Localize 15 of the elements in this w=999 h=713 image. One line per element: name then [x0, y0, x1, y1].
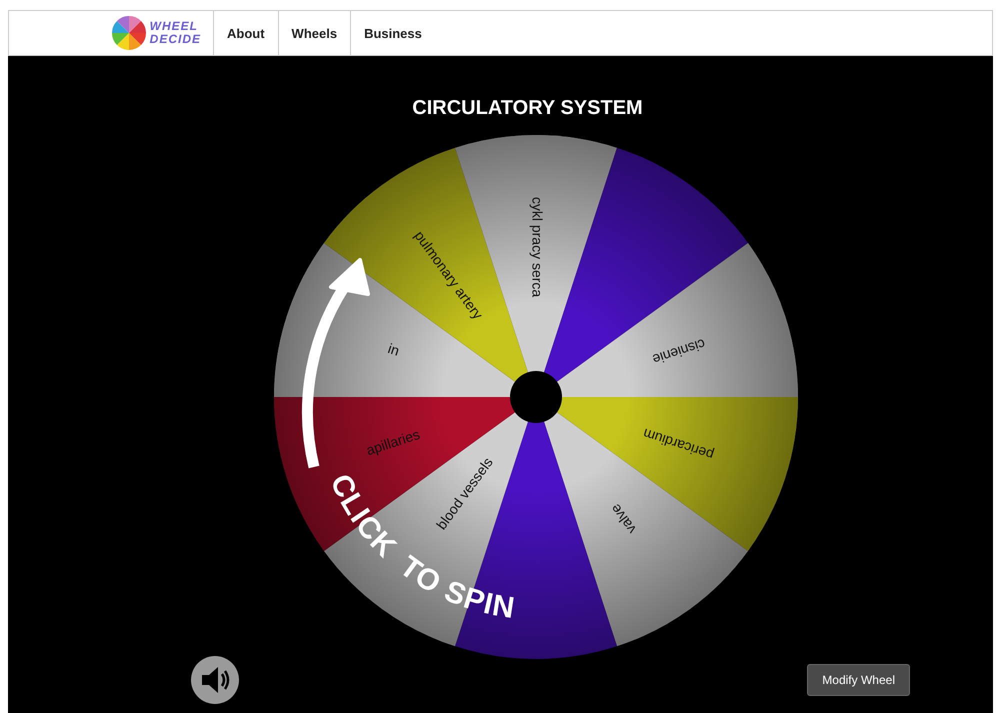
- segment-label: cykl pracy serca: [529, 196, 546, 298]
- nav-link[interactable]: Wheels: [278, 11, 350, 55]
- modify-wheel-button[interactable]: Modify Wheel: [807, 664, 910, 696]
- speaker-icon[interactable]: [191, 656, 239, 704]
- color-wheel-icon: [112, 16, 146, 50]
- nav-link[interactable]: Business: [350, 11, 435, 55]
- segment-label: apillaries: [364, 426, 422, 458]
- segment-label: in: [386, 340, 402, 359]
- segment-label: cisnienie: [650, 336, 708, 368]
- logo-text: WHEEL: [150, 20, 199, 33]
- wheel-title: CIRCULATORY SYSTEM: [411, 96, 644, 120]
- spin-prompt-word[interactable]: SPIN: [440, 574, 518, 626]
- wheel-hub: [510, 371, 562, 423]
- logo-text: DECIDE: [150, 33, 201, 46]
- nav-link[interactable]: About: [213, 11, 278, 55]
